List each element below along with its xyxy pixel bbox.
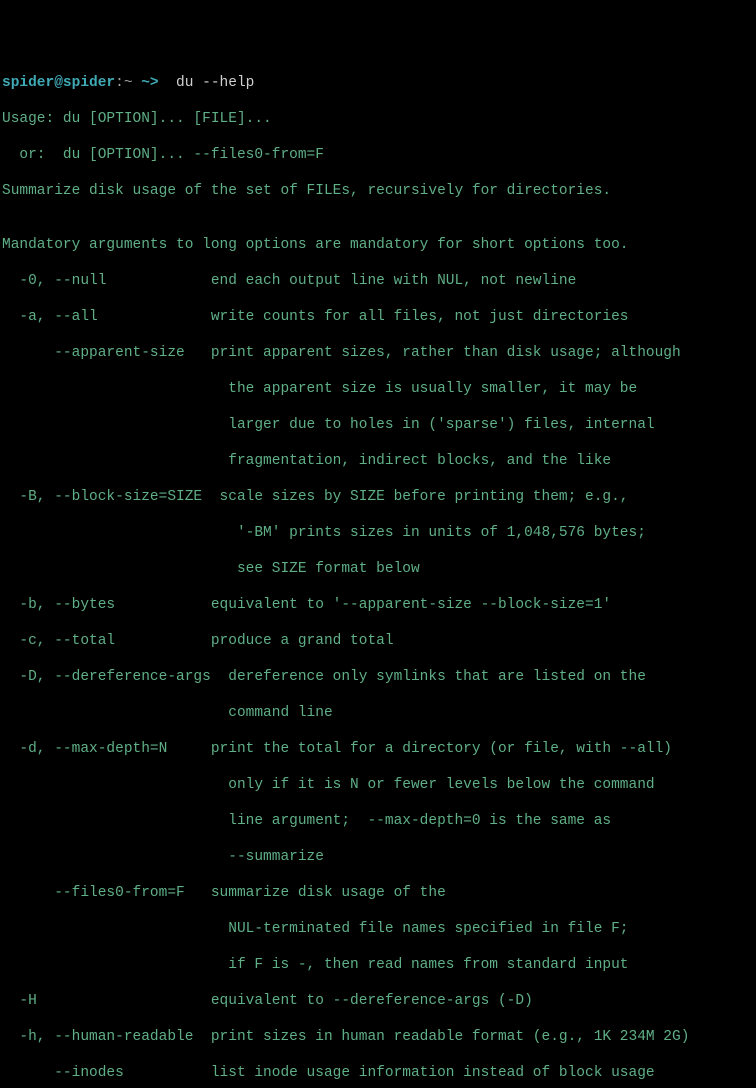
output-line: command line	[2, 704, 754, 722]
prompt-line[interactable]: spider@spider:~ ~> du --help	[2, 74, 754, 92]
output-line: line argument; --max-depth=0 is the same…	[2, 812, 754, 830]
output-line: larger due to holes in ('sparse') files,…	[2, 416, 754, 434]
output-line: -0, --null end each output line with NUL…	[2, 272, 754, 290]
output-line: or: du [OPTION]... --files0-from=F	[2, 146, 754, 164]
prompt-path: ~	[124, 75, 133, 91]
output-line: -b, --bytes equivalent to '--apparent-si…	[2, 596, 754, 614]
prompt-arrow-icon: ~>	[141, 75, 158, 91]
output-line: --apparent-size print apparent sizes, ra…	[2, 344, 754, 362]
output-line: -d, --max-depth=N print the total for a …	[2, 740, 754, 758]
output-line: see SIZE format below	[2, 560, 754, 578]
output-line: the apparent size is usually smaller, it…	[2, 380, 754, 398]
output-line: if F is -, then read names from standard…	[2, 956, 754, 974]
output-line: only if it is N or fewer levels below th…	[2, 776, 754, 794]
output-line: Usage: du [OPTION]... [FILE]...	[2, 110, 754, 128]
output-line: -B, --block-size=SIZE scale sizes by SIZ…	[2, 488, 754, 506]
prompt-user: spider@spider	[2, 75, 115, 91]
output-line: fragmentation, indirect blocks, and the …	[2, 452, 754, 470]
output-line: -H equivalent to --dereference-args (-D)	[2, 992, 754, 1010]
output-line: -a, --all write counts for all files, no…	[2, 308, 754, 326]
output-line: NUL-terminated file names specified in f…	[2, 920, 754, 938]
prompt-sep: :	[115, 75, 124, 91]
output-line: --inodes list inode usage information in…	[2, 1064, 754, 1082]
output-line: Summarize disk usage of the set of FILEs…	[2, 182, 754, 200]
output-line: -h, --human-readable print sizes in huma…	[2, 1028, 754, 1046]
output-line: -D, --dereference-args dereference only …	[2, 668, 754, 686]
output-line: Mandatory arguments to long options are …	[2, 236, 754, 254]
output-line: '-BM' prints sizes in units of 1,048,576…	[2, 524, 754, 542]
output-line: --files0-from=F summarize disk usage of …	[2, 884, 754, 902]
output-line: --summarize	[2, 848, 754, 866]
output-line: -c, --total produce a grand total	[2, 632, 754, 650]
command-text: du --help	[159, 75, 255, 91]
